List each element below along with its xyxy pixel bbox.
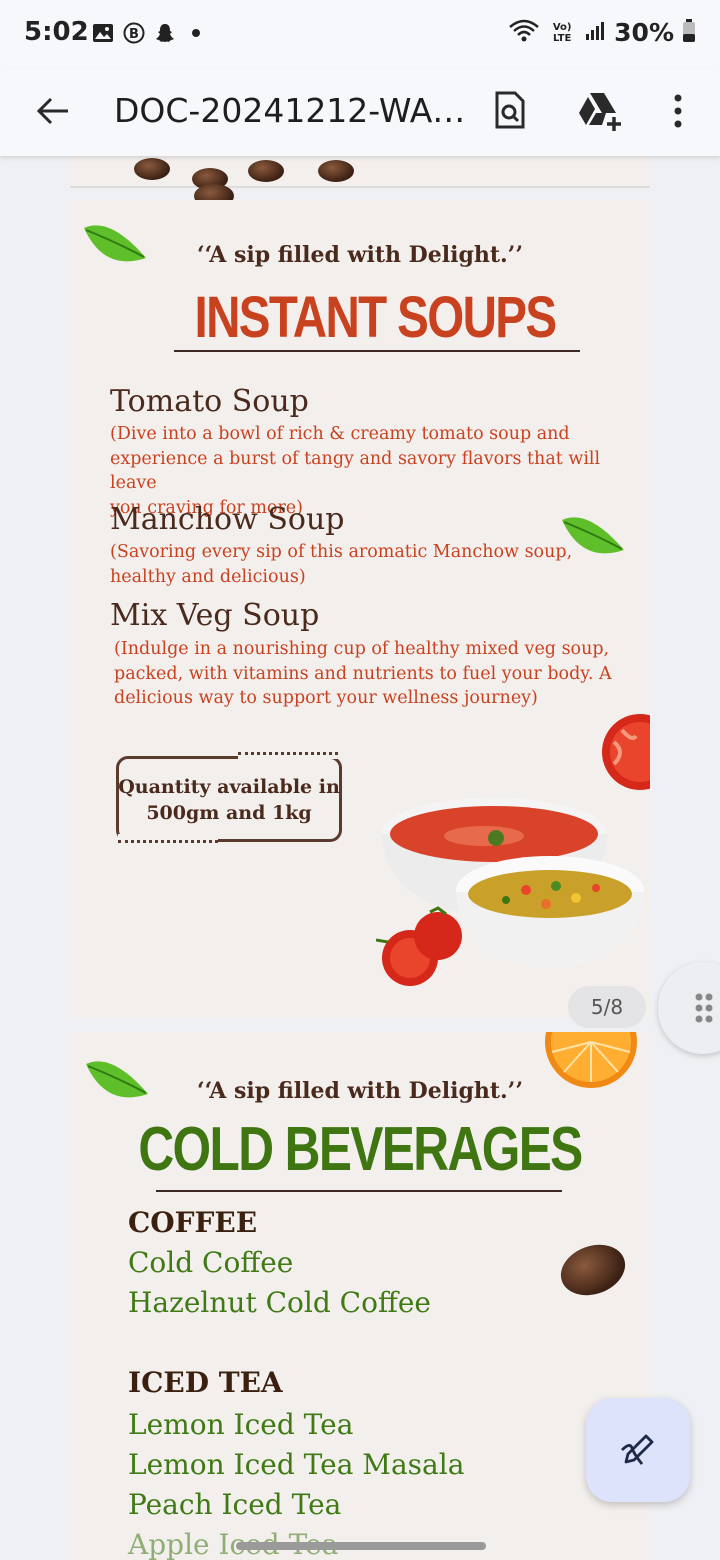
battery-icon	[682, 18, 696, 47]
back-button[interactable]	[28, 86, 78, 136]
description-line: (Savoring every sip of this aromatic Man…	[110, 542, 573, 562]
network-type-label: Vo) LTE	[552, 21, 572, 44]
description-line: experience a burst of tangy and savory f…	[110, 448, 601, 494]
mint-leaf-image	[562, 517, 624, 554]
soups-tagline: ‘‘A sip filled with Delight.’’	[197, 242, 523, 268]
soup-item-title: Mix Veg Soup	[110, 598, 320, 633]
coffee-bean-image	[553, 1236, 633, 1304]
signal-icon	[584, 20, 606, 46]
beverages-page: ‘‘A sip filled with Delight.’’ COLD BEVE…	[70, 1032, 650, 1560]
image-icon	[92, 22, 114, 44]
drive-add-icon	[579, 93, 621, 131]
description-line: packed, with vitamins and nutrients to f…	[114, 663, 612, 684]
search-document-icon	[495, 91, 525, 129]
status-time: 5:02	[24, 17, 89, 47]
quantity-note: Quantity available in 500gm and 1kg	[116, 774, 342, 826]
soup-item-title: Manchow Soup	[110, 502, 345, 537]
drag-handle-icon	[695, 993, 713, 1023]
beverage-item: Hazelnut Cold Coffee	[128, 1286, 431, 1319]
description-line: delicious way to support your wellness j…	[114, 688, 538, 708]
category-title-coffee: COFFEE	[128, 1206, 258, 1239]
beverage-item: Lemon Iced Tea Masala	[128, 1448, 465, 1481]
more-options-button[interactable]	[652, 85, 704, 137]
app-bar: DOC-20241212-WA…	[0, 68, 720, 156]
soup-bowls-image	[376, 798, 644, 986]
notification-icons: B	[92, 22, 207, 44]
dotted-border	[118, 834, 218, 843]
beverages-heading: COLD BEVERAGES	[138, 1115, 583, 1184]
snapchat-icon	[154, 22, 176, 44]
heading-divider	[174, 350, 580, 352]
save-to-drive-button[interactable]	[574, 85, 626, 137]
back-arrow-icon	[36, 97, 68, 125]
description-line: (Indulge in a nourishing cup of healthy …	[114, 639, 610, 659]
dotted-border	[238, 752, 338, 759]
edit-pen-icon	[621, 1434, 654, 1465]
document-title: DOC-20241212-WA…	[114, 91, 466, 130]
document-viewport[interactable]: ‘‘A sip filled with Delight.’’ INSTANT S…	[0, 156, 720, 1560]
svg-text:B: B	[129, 27, 139, 42]
beverages-tagline: ‘‘A sip filled with Delight.’’	[197, 1078, 523, 1104]
category-title-iced-tea: ICED TEA	[128, 1366, 283, 1399]
soups-page: ‘‘A sip filled with Delight.’’ INSTANT S…	[70, 200, 650, 1018]
wifi-icon	[508, 19, 540, 47]
beverage-item: Cold Coffee	[128, 1246, 294, 1279]
coffee-bean-image	[318, 160, 354, 182]
bitmoji-icon: B	[123, 22, 145, 44]
soup-item-title: Tomato Soup	[110, 384, 309, 419]
page-indicator: 5/8	[568, 986, 646, 1028]
dot-indicator-icon	[185, 22, 207, 44]
beverage-item: Peach Iced Tea	[128, 1488, 342, 1521]
system-icons: Vo) LTE 30%	[508, 18, 696, 47]
quantity-line: 500gm and 1kg	[146, 802, 312, 824]
description-line: healthy and delicious)	[110, 566, 306, 587]
more-vert-icon	[674, 94, 682, 128]
beverage-item: Lemon Iced Tea	[128, 1408, 354, 1441]
status-bar: 5:02 B Vo) LTE 30%	[0, 0, 720, 68]
battery-percent: 30%	[614, 18, 674, 47]
previous-page	[70, 156, 650, 208]
find-in-document-button[interactable]	[484, 85, 536, 137]
annotate-button[interactable]	[586, 1398, 690, 1502]
soup-item-description: (Indulge in a nourishing cup of healthy …	[114, 637, 612, 711]
heading-divider	[156, 1190, 562, 1192]
coffee-bean-image	[248, 160, 284, 182]
fast-scroll-handle[interactable]	[658, 962, 720, 1054]
soup-item-description: (Savoring every sip of this aromatic Man…	[110, 540, 572, 589]
tomato-image	[602, 714, 650, 790]
soups-heading: INSTANT SOUPS	[194, 285, 558, 350]
description-line: (Dive into a bowl of rich & creamy tomat…	[110, 424, 570, 444]
gesture-navigation-bar[interactable]	[236, 1542, 486, 1550]
coffee-bean-image	[134, 158, 170, 180]
quantity-line: Quantity available in	[118, 776, 340, 798]
